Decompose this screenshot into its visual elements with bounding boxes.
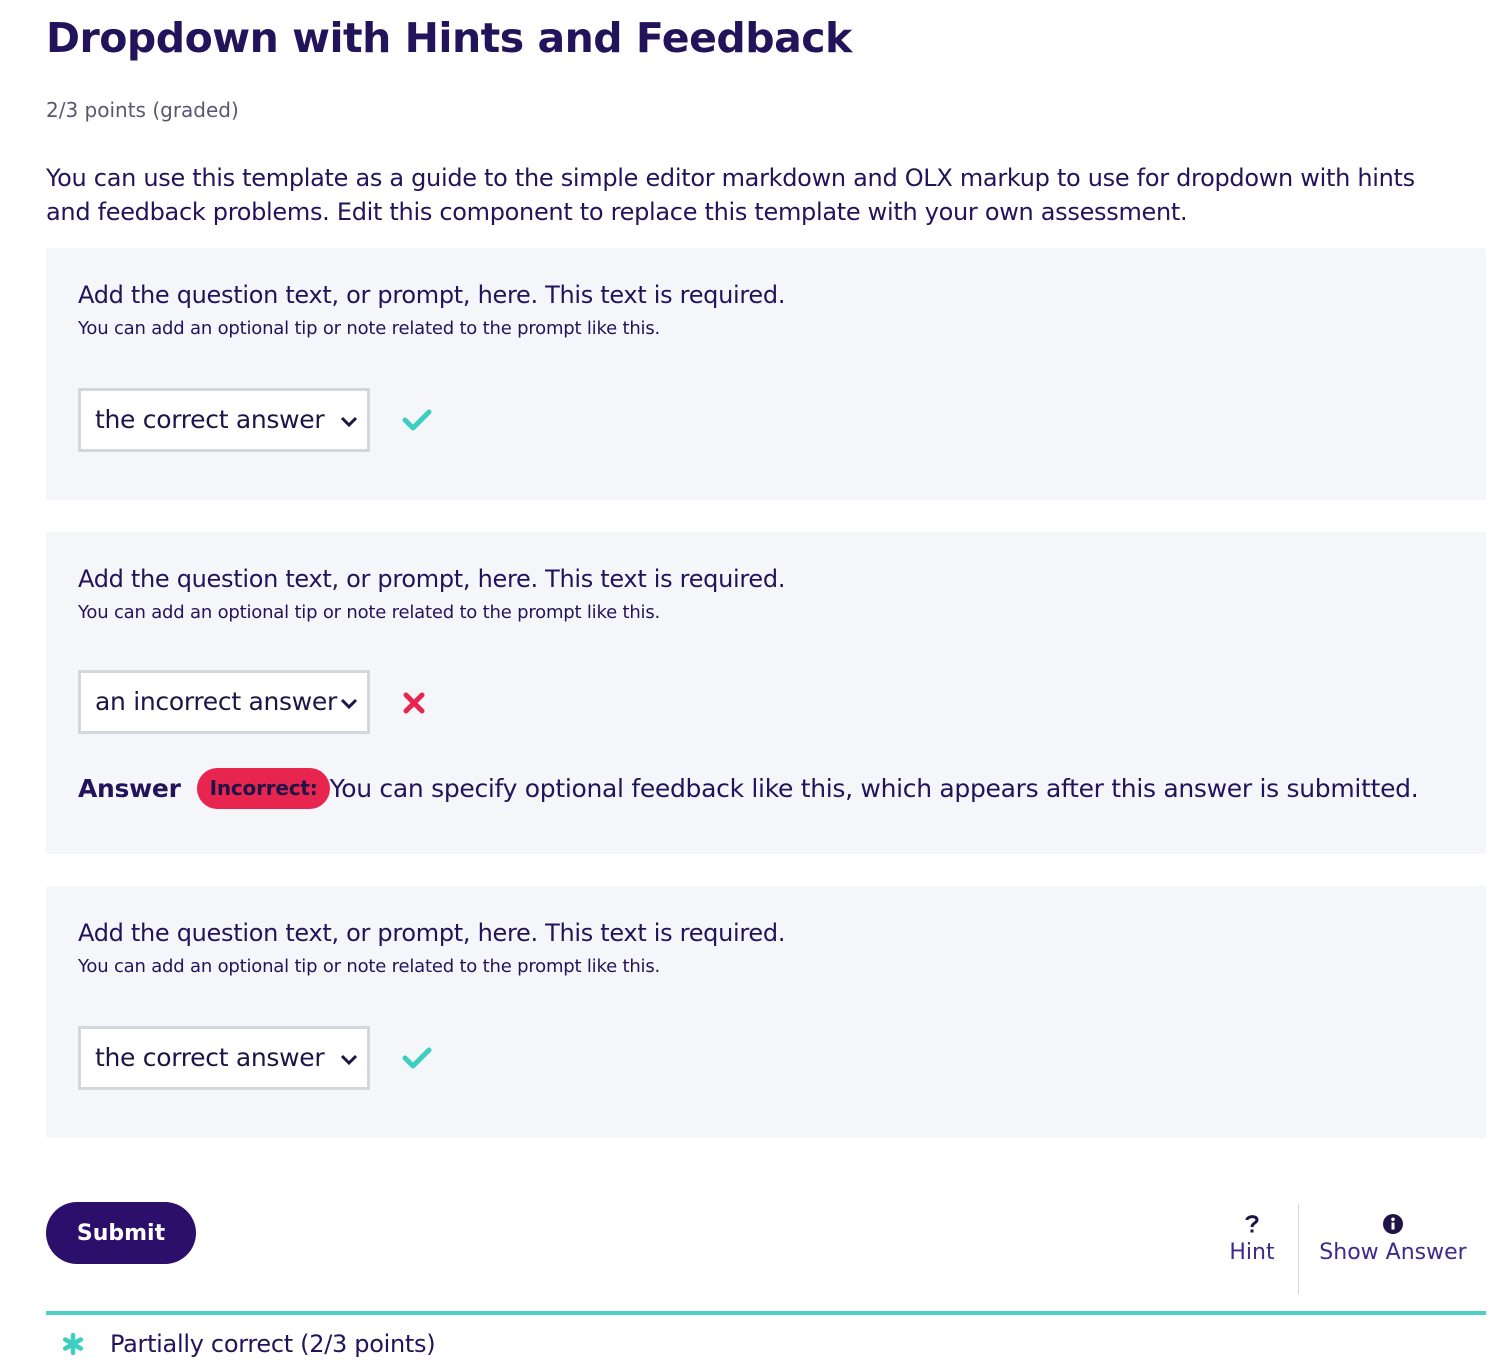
problem-intro: You can use this template as a guide to …: [46, 164, 1415, 226]
hint-button[interactable]: Hint: [1222, 1214, 1282, 1265]
result-text: Partially correct (2/3 points): [110, 1330, 436, 1358]
question-block-1: Add the question text, or prompt, here. …: [46, 248, 1486, 500]
x-icon: [403, 692, 425, 714]
submit-button[interactable]: Submit: [46, 1202, 196, 1264]
answer-feedback-label: Answer: [78, 774, 181, 803]
question-icon: [1245, 1215, 1259, 1233]
show-answer-button[interactable]: Show Answer: [1314, 1214, 1472, 1265]
show-answer-label: Show Answer: [1319, 1240, 1467, 1265]
result-divider: [46, 1311, 1486, 1315]
answer-dropdown-3[interactable]: the correct answer: [78, 1026, 370, 1090]
question-tip: You can add an optional tip or note rela…: [78, 318, 661, 339]
asterisk-icon: [62, 1333, 84, 1355]
action-divider: [1298, 1204, 1299, 1294]
chevron-down-icon: [340, 1054, 358, 1066]
hint-label: Hint: [1229, 1240, 1275, 1265]
question-tip: You can add an optional tip or note rela…: [78, 956, 661, 977]
check-icon: [402, 1047, 432, 1069]
answer-feedback: Answer Incorrect: You can specify option…: [78, 768, 1419, 809]
points-label: 2/3 points (graded): [46, 98, 239, 122]
dropdown-selected-value: an incorrect answer: [95, 687, 337, 716]
question-tip: You can add an optional tip or note rela…: [78, 602, 661, 623]
question-block-3: Add the question text, or prompt, here. …: [46, 886, 1486, 1138]
question-prompt: Add the question text, or prompt, here. …: [78, 281, 786, 309]
incorrect-badge: Incorrect:: [196, 768, 330, 809]
chevron-down-icon: [340, 416, 358, 428]
question-prompt: Add the question text, or prompt, here. …: [78, 565, 786, 593]
answer-dropdown-2[interactable]: an incorrect answer: [78, 670, 370, 734]
question-prompt: Add the question text, or prompt, here. …: [78, 919, 786, 947]
info-icon: [1383, 1214, 1403, 1234]
answer-feedback-text: You can specify optional feedback like t…: [329, 774, 1419, 803]
check-icon: [402, 409, 432, 431]
dropdown-selected-value: the correct answer: [95, 405, 325, 434]
chevron-down-icon: [340, 698, 358, 710]
problem-title: Dropdown with Hints and Feedback: [46, 14, 852, 62]
question-block-2: Add the question text, or prompt, here. …: [46, 532, 1486, 854]
dropdown-selected-value: the correct answer: [95, 1043, 325, 1072]
answer-dropdown-1[interactable]: the correct answer: [78, 388, 370, 452]
result-status: Partially correct (2/3 points): [62, 1330, 436, 1358]
